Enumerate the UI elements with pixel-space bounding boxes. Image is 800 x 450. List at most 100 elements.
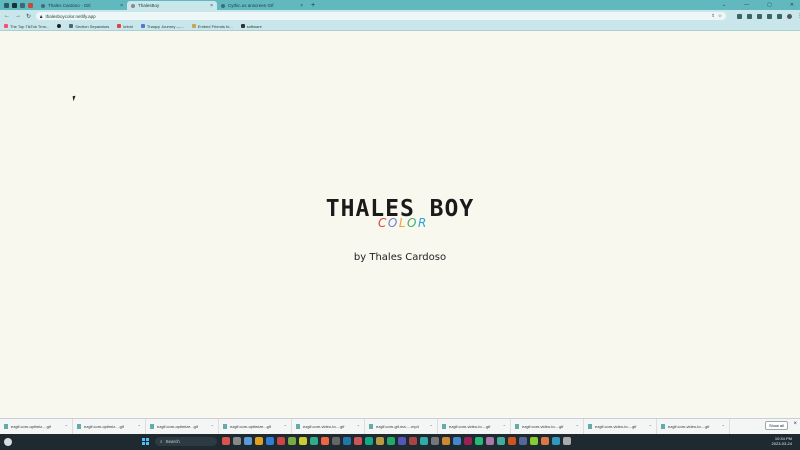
- taskbar-app-icon[interactable]: [409, 437, 417, 445]
- taskbar-app-icon[interactable]: [486, 437, 494, 445]
- taskbar-app-icon[interactable]: [365, 437, 373, 445]
- taskbar-app-icon[interactable]: [376, 437, 384, 445]
- chevron-up-icon[interactable]: ⌃: [138, 424, 141, 429]
- chevron-up-icon[interactable]: ⌃: [357, 424, 360, 429]
- app-icon[interactable]: [28, 2, 33, 8]
- taskbar-app-icon[interactable]: [321, 437, 329, 445]
- tab-thalesboy[interactable]: ThalesBoy ×: [127, 1, 217, 10]
- taskbar-app-icon[interactable]: [310, 437, 318, 445]
- address-bar[interactable]: 🔒︎ thalesboycolor.netlify.app ⇪ ☆: [36, 12, 727, 20]
- close-shelf-button[interactable]: ×: [793, 421, 797, 427]
- download-item[interactable]: ezgif.com-gif-ma.....mp4 ⌃: [365, 418, 438, 435]
- bookmark-item[interactable]: krkml: [117, 24, 133, 29]
- chevron-up-icon[interactable]: ⌃: [284, 424, 287, 429]
- extension-icon[interactable]: [757, 13, 763, 19]
- app-icon[interactable]: [20, 2, 25, 8]
- download-item[interactable]: ezgif.com-video-to....gif ⌃: [438, 418, 511, 435]
- taskbar-app-icon[interactable]: [277, 437, 285, 445]
- bookmark-item[interactable]: Thaqcy Journey —...: [140, 24, 184, 29]
- tiktok-icon: [4, 24, 8, 28]
- taskbar-app-icon[interactable]: [288, 437, 296, 445]
- taskbar-app-icon[interactable]: [244, 437, 252, 445]
- download-item[interactable]: ezgif.com-video-to....gif ⌃: [584, 418, 657, 435]
- reload-button[interactable]: ↻: [26, 13, 31, 20]
- download-filename: ezgif.com-video-to....gif: [303, 424, 345, 429]
- chevron-up-icon[interactable]: ⌃: [430, 424, 433, 429]
- sidebar-icon[interactable]: [777, 13, 783, 19]
- taskbar-app-icon[interactable]: [398, 437, 406, 445]
- app-icon[interactable]: [12, 2, 17, 8]
- taskbar-app-icon[interactable]: [233, 437, 241, 445]
- download-item[interactable]: ezgif.com-video-to....gif ⌃: [657, 418, 730, 435]
- chevron-up-icon[interactable]: ⌃: [722, 424, 725, 429]
- taskbar-app-icon[interactable]: [519, 437, 527, 445]
- chevron-up-icon[interactable]: ⌃: [503, 424, 506, 429]
- system-clock[interactable]: 10:34 PM 2023-03-24: [772, 436, 792, 446]
- taskbar-app-icon[interactable]: [563, 437, 571, 445]
- taskbar-app-icon[interactable]: [453, 437, 461, 445]
- taskbar-app-icon[interactable]: [475, 437, 483, 445]
- taskbar-search[interactable]: ⌕ Search: [155, 437, 217, 446]
- taskbar-app-icon[interactable]: [332, 437, 340, 445]
- download-item[interactable]: ezgif.com-optimize...gif ⌃: [146, 418, 219, 435]
- taskbar-app-icon[interactable]: [431, 437, 439, 445]
- bookmark-item[interactable]: [57, 24, 62, 28]
- bookmark-item[interactable]: software: [240, 23, 262, 29]
- download-item[interactable]: ezgif.com-optimiz....gif ⌃: [73, 418, 146, 435]
- download-item[interactable]: ezgif.com-optimiz....gif ⌃: [0, 418, 73, 435]
- bookmark-label: The Top TikTok Trnn...: [10, 23, 50, 29]
- taskbar-app-icon[interactable]: [354, 437, 362, 445]
- chevron-up-icon[interactable]: ⌃: [649, 424, 652, 429]
- new-tab-button[interactable]: +: [307, 1, 319, 10]
- taskbar-app-icon[interactable]: [464, 437, 472, 445]
- taskbar-app-icon[interactable]: [299, 437, 307, 445]
- forward-button[interactable]: →: [15, 13, 21, 19]
- profile-avatar[interactable]: [787, 13, 793, 19]
- bookmark-item[interactable]: Embed Friends fo...: [191, 24, 233, 29]
- close-window-button[interactable]: ✕: [790, 2, 794, 8]
- github-icon: [41, 3, 45, 8]
- close-icon[interactable]: ×: [300, 3, 303, 9]
- start-button[interactable]: [142, 438, 149, 445]
- bookmark-label: software: [246, 23, 262, 29]
- chevron-up-icon[interactable]: ⌃: [576, 424, 579, 429]
- taskbar-app-icon[interactable]: [255, 437, 263, 445]
- close-icon[interactable]: ×: [210, 3, 213, 9]
- tab-cythic[interactable]: Cythic.us anscreen GIf ×: [217, 1, 307, 10]
- extension-icon[interactable]: [737, 13, 743, 19]
- share-icon[interactable]: ⇪: [711, 13, 715, 19]
- back-button[interactable]: ←: [4, 13, 10, 19]
- bookmark-item[interactable]: The Top TikTok Trnn...: [4, 24, 49, 29]
- bookmark-icon: [117, 24, 122, 28]
- taskbar-app-icon[interactable]: [420, 437, 428, 445]
- chevron-up-icon[interactable]: ⌃: [211, 424, 214, 429]
- tab-list-icon[interactable]: ⌄: [722, 2, 726, 8]
- taskbar-app-icon[interactable]: [222, 437, 230, 445]
- address-url: thalesboycolor.netlify.app: [45, 13, 96, 19]
- search-icon: ⌕: [160, 439, 163, 444]
- weather-icon[interactable]: [4, 438, 12, 446]
- extension-icon[interactable]: [747, 13, 753, 19]
- taskbar-app-icon[interactable]: [387, 437, 395, 445]
- chevron-up-icon[interactable]: ⌃: [65, 424, 68, 429]
- puzzle-icon[interactable]: [767, 13, 773, 19]
- taskbar-app-icon[interactable]: [552, 437, 560, 445]
- taskbar-app-icon[interactable]: [266, 437, 274, 445]
- taskbar-app-icon[interactable]: [541, 437, 549, 445]
- bookmark-item[interactable]: Section Separators: [69, 24, 109, 29]
- tab-search-icon[interactable]: [4, 2, 9, 8]
- download-item[interactable]: ezgif.com-optimize...gif ⌃: [219, 418, 292, 435]
- taskbar-app-icon[interactable]: [530, 437, 538, 445]
- bookmark-star-icon[interactable]: ☆: [718, 13, 722, 19]
- show-all-button[interactable]: Show all: [765, 421, 788, 430]
- taskbar-app-icon[interactable]: [508, 437, 516, 445]
- download-item[interactable]: ezgif.com-video-to....gif ⌃: [511, 418, 584, 435]
- close-icon[interactable]: ×: [120, 3, 123, 9]
- maximize-button[interactable]: ▢: [767, 2, 772, 8]
- taskbar-app-icon[interactable]: [497, 437, 505, 445]
- minimize-button[interactable]: —: [744, 2, 749, 8]
- download-item[interactable]: ezgif.com-video-to....gif ⌃: [292, 418, 365, 435]
- taskbar-app-icon[interactable]: [442, 437, 450, 445]
- taskbar-app-icon[interactable]: [343, 437, 351, 445]
- tab-github[interactable]: Thales Cardoso - Gitl ×: [37, 1, 127, 10]
